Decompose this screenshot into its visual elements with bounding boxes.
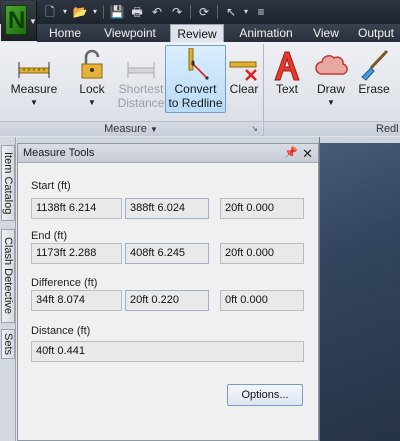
erase-label: Erase [358,82,390,96]
tab-viewpoint[interactable]: Viewpoint [93,24,167,42]
draw-button[interactable]: Draw ▼ [312,48,350,110]
end-z-field[interactable]: 20ft 0.000 [220,243,304,264]
open-folder-icon[interactable]: 📂 [70,3,90,21]
new-file-dropdown-icon[interactable]: ▾ [60,3,70,21]
save-icon[interactable]: 💾 [107,3,127,21]
shortest-distance-label-1: Shortest [118,82,164,96]
pin-icon[interactable]: 📌 [284,144,298,163]
ribbon-tab-row: Home Viewpoint Review Animation View Out… [37,24,400,43]
tab-review[interactable]: Review [170,24,224,43]
measure-label: Measure [10,82,58,96]
clear-measure-icon [228,48,260,82]
end-label: End (ft) [31,230,68,242]
start-y-field[interactable]: 388ft 6.024 [125,198,209,219]
ruler-icon [17,48,51,82]
clear-button[interactable]: Clear [227,48,261,96]
text-icon [270,48,304,82]
measure-button[interactable]: Measure ▼ [8,48,60,110]
tab-output[interactable]: Output [350,24,400,42]
open-dropdown-icon[interactable]: ▾ [90,3,100,21]
title-bar: 🗋 ▾ 📂 ▾ 💾 🖶 ↶ ↷ ⟳ ↖ ▾ ≡ [0,0,400,24]
panel-title: Measure Tools [23,147,95,159]
clear-label: Clear [229,82,259,96]
app-logo-icon [5,5,27,35]
chevron-down-icon: ▼ [29,17,37,26]
end-y-field[interactable]: 408ft 6.245 [125,243,209,264]
end-x-field[interactable]: 1173ft 2.288 [31,243,122,264]
panel-title-bar: Measure Tools 📌 ✕ [18,144,318,163]
tab-animation[interactable]: Animation [228,24,304,42]
select-dropdown-icon[interactable]: ▾ [241,3,251,21]
draw-label: Draw [316,82,345,96]
convert-to-redline-label-2: to Redline [168,96,223,110]
measure-tools-panel: Measure Tools 📌 ✕ Start (ft) 1138ft 6.21… [17,143,319,441]
3d-viewport[interactable] [320,143,400,441]
tab-sets[interactable]: Sets [1,329,15,359]
erase-button[interactable]: Erase [356,48,392,96]
undo-icon[interactable]: ↶ [147,3,167,21]
side-dock: Item Catalog Clash Detective Sets [0,137,16,441]
lock-label: Lock [79,82,105,96]
start-label: Start (ft) [31,180,71,192]
customize-icon[interactable]: ≡ [251,3,271,21]
brush-icon [357,48,391,82]
chevron-down-icon: ▼ [30,98,38,107]
select-icon[interactable]: ↖ [221,3,241,21]
start-z-field[interactable]: 20ft 0.000 [220,198,304,219]
redo-icon[interactable]: ↷ [167,3,187,21]
lock-button[interactable]: Lock ▼ [74,48,110,110]
lock-icon [77,48,107,82]
distance-label: Distance (ft) [31,325,91,337]
shortest-distance-button[interactable]: Shortest Distance [115,48,167,110]
print-icon[interactable]: 🖶 [127,3,147,21]
distance-field[interactable]: 40ft 0.441 [31,341,304,362]
tab-item-catalog[interactable]: Item Catalog [1,145,15,221]
difference-label: Difference (ft) [31,277,98,289]
new-file-icon[interactable]: 🗋 [40,3,60,21]
ribbon-panel: Measure ▼ Lock ▼ Shortest Distance Conve… [0,42,400,136]
measure-group-label: Measure ▼ ↘ [0,121,262,136]
difference-y-field[interactable]: 20ft 0.220 [125,290,209,311]
tab-view[interactable]: View [307,24,345,42]
text-button[interactable]: Text [268,48,306,96]
options-button[interactable]: Options... [227,384,303,406]
convert-to-redline-button[interactable]: Convert to Redline [165,45,226,113]
quick-access-toolbar: 🗋 ▾ 📂 ▾ 💾 🖶 ↶ ↷ ⟳ ↖ ▾ ≡ [40,3,271,21]
convert-to-redline-icon [179,47,213,82]
chevron-down-icon: ▼ [149,125,158,134]
tab-home[interactable]: Home [42,24,88,42]
shortest-distance-icon [124,48,158,82]
difference-z-field[interactable]: 0ft 0.000 [220,290,304,311]
chevron-down-icon: ▼ [327,98,335,107]
convert-to-redline-label-1: Convert [174,82,217,96]
text-label: Text [275,82,298,96]
cloud-draw-icon [314,48,348,82]
shortest-distance-label-2: Distance [117,96,165,110]
dialog-launcher-icon[interactable]: ↘ [251,122,258,136]
difference-x-field[interactable]: 34ft 8.074 [31,290,122,311]
redline-group-label: Redl [264,121,400,136]
tab-clash-detective[interactable]: Clash Detective [1,229,15,323]
start-x-field[interactable]: 1138ft 6.214 [31,198,122,219]
refresh-icon[interactable]: ⟳ [194,3,214,21]
chevron-down-icon: ▼ [88,98,96,107]
application-menu-button[interactable]: ▼ [1,1,37,41]
close-icon[interactable]: ✕ [302,144,313,163]
